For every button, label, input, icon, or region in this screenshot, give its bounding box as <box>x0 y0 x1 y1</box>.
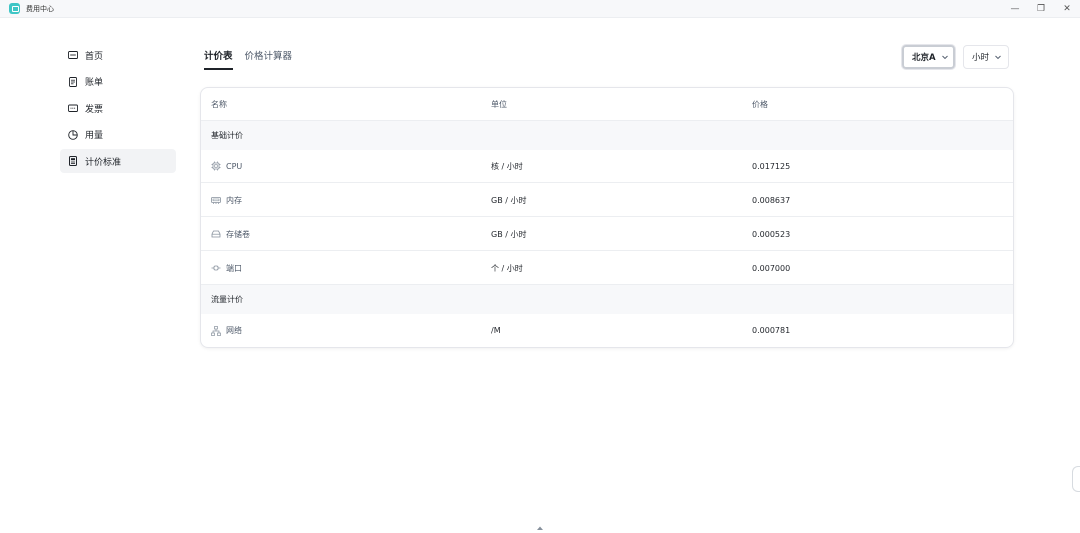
row-name: 网络 <box>226 326 242 335</box>
group-title: 流量计价 <box>211 295 243 304</box>
table-row: 存储卷 GB / 小时 0.000523 <box>201 218 1013 251</box>
side-panel-handle[interactable] <box>1072 466 1080 492</box>
sidebar-item-label: 用量 <box>85 131 104 141</box>
column-header-name: 名称 <box>211 99 227 109</box>
tab-bar: 计价表 价格计算器 <box>204 48 304 70</box>
network-icon <box>211 325 221 336</box>
sidebar-item-usage[interactable]: 用量 <box>60 123 176 147</box>
table-group-row: 流量计价 <box>201 285 1013 314</box>
tab-price-list[interactable]: 计价表 <box>204 48 233 70</box>
pricing-doc-icon <box>67 155 79 167</box>
table-row: 内存 GB / 小时 0.008637 <box>201 184 1013 217</box>
storage-icon <box>211 229 221 239</box>
sidebar-item-invoice[interactable]: 发票 <box>60 96 176 120</box>
cpu-icon <box>211 161 221 171</box>
restore-button[interactable]: ❐ <box>1028 0 1054 18</box>
column-header-price: 价格 <box>752 99 768 109</box>
row-name: 端口 <box>226 263 242 273</box>
unit-select[interactable]: 小时 <box>963 45 1009 69</box>
chevron-up-icon <box>537 526 543 530</box>
chevron-down-icon <box>941 53 949 61</box>
unit-select-value: 小时 <box>972 53 990 63</box>
row-name-cell: 网络 <box>211 325 242 336</box>
sidebar-item-label: 发票 <box>85 104 104 115</box>
window-controls: — ❐ ✕ <box>1002 0 1080 18</box>
sidebar: 首页 账单 发票 用量 计价标准 <box>60 43 176 176</box>
window-titlebar: 费用中心 — ❐ ✕ <box>0 0 1080 18</box>
sidebar-item-home[interactable]: 首页 <box>60 43 176 67</box>
row-name-cell: 存储卷 <box>211 229 250 240</box>
region-select[interactable]: 北京A <box>902 45 955 69</box>
row-name-cell: CPU <box>211 161 242 171</box>
group-title: 基础计价 <box>211 131 243 140</box>
table-group-row: 基础计价 <box>201 121 1013 150</box>
row-unit: 个 / 小时 <box>491 263 523 273</box>
minimize-button[interactable]: — <box>1002 0 1028 18</box>
app-logo-icon <box>9 3 20 14</box>
sidebar-item-label: 首页 <box>85 51 104 62</box>
memory-icon <box>211 195 221 205</box>
row-price: 0.000523 <box>752 229 791 239</box>
row-name: 内存 <box>226 195 242 205</box>
invoice-ticket-icon <box>67 102 79 114</box>
sidebar-item-label: 账单 <box>85 78 104 88</box>
close-button[interactable]: ✕ <box>1054 0 1080 18</box>
home-card-icon <box>67 49 79 61</box>
tab-price-calculator[interactable]: 价格计算器 <box>245 48 293 70</box>
sidebar-item-bill[interactable]: 账单 <box>60 70 176 94</box>
bottom-panel-handle[interactable] <box>520 525 560 533</box>
row-unit: 核 / 小时 <box>491 161 523 171</box>
row-price: 0.017125 <box>752 161 791 171</box>
table-row: CPU 核 / 小时 0.017125 <box>201 150 1013 183</box>
sidebar-item-pricing[interactable]: 计价标准 <box>60 149 176 173</box>
region-select-value: 北京A <box>912 53 936 63</box>
row-unit: /M <box>491 326 501 335</box>
port-icon <box>211 263 221 273</box>
table-row: 网络 /M 0.000781 <box>201 314 1013 347</box>
pie-chart-icon <box>67 129 79 141</box>
row-name-cell: 端口 <box>211 263 242 274</box>
row-unit: GB / 小时 <box>491 195 527 205</box>
window-title: 费用中心 <box>26 4 54 13</box>
table-header-row: 名称 单位 价格 <box>201 88 1013 121</box>
pricing-table: 名称 单位 价格 基础计价 CPU 核 / 小时 0.017125 内存 GB … <box>200 87 1014 348</box>
row-name-cell: 内存 <box>211 195 242 206</box>
sidebar-item-label: 计价标准 <box>85 157 122 168</box>
table-row: 端口 个 / 小时 0.007000 <box>201 252 1013 285</box>
row-name: 存储卷 <box>226 229 250 239</box>
row-name: CPU <box>226 161 243 171</box>
chevron-down-icon <box>994 53 1002 61</box>
bill-doc-icon <box>67 76 79 88</box>
column-header-unit: 单位 <box>491 99 507 109</box>
row-price: 0.008637 <box>752 195 791 205</box>
row-price: 0.000781 <box>752 326 791 335</box>
row-unit: GB / 小时 <box>491 229 527 239</box>
row-price: 0.007000 <box>752 263 791 273</box>
